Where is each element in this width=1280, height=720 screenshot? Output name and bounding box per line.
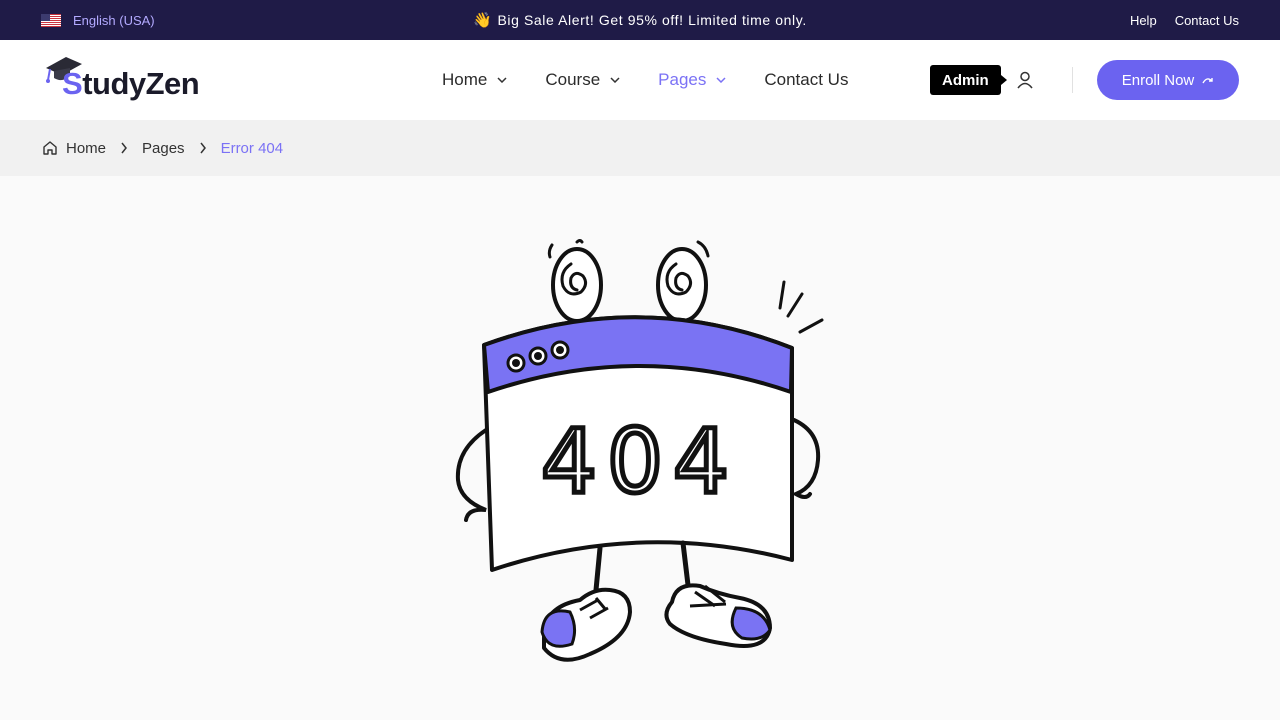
nav-pages[interactable]: Pages bbox=[658, 70, 726, 90]
home-icon[interactable] bbox=[42, 140, 58, 156]
logo-text: StudyZen bbox=[62, 66, 200, 101]
breadcrumb-current: Error 404 bbox=[220, 139, 284, 157]
studyzen-logo[interactable]: StudyZen bbox=[44, 54, 214, 106]
nav-contact-label: Contact Us bbox=[764, 70, 849, 89]
language-selector[interactable]: English (USA) bbox=[41, 0, 155, 40]
main-nav: Home Course Pages Contact Us bbox=[442, 40, 886, 120]
breadcrumb-pages[interactable]: Pages bbox=[142, 140, 185, 157]
us-flag-icon bbox=[41, 13, 61, 27]
waving-hand-icon: 👋 bbox=[473, 12, 493, 29]
enroll-now-label: Enroll Now bbox=[1121, 71, 1195, 89]
top-links: Help Contact Us bbox=[1130, 0, 1239, 40]
nav-home-label: Home bbox=[442, 70, 488, 89]
error-code-text: 404 bbox=[541, 410, 739, 513]
chevron-down-icon bbox=[610, 77, 620, 83]
error-404-illustration: 404 bbox=[455, 239, 824, 662]
curved-arrow-icon bbox=[1202, 78, 1213, 84]
chevron-right-icon bbox=[121, 142, 127, 154]
right-eye bbox=[656, 240, 710, 323]
promo-text: Big Sale Alert! Get 95% off! Limited tim… bbox=[497, 12, 807, 28]
main-header: StudyZen Home Course Pages Contact Us Ad… bbox=[0, 40, 1280, 120]
language-label: English (USA) bbox=[73, 12, 155, 28]
admin-tooltip: Admin bbox=[930, 65, 1007, 95]
header-divider bbox=[1072, 67, 1073, 93]
user-icon[interactable] bbox=[1015, 70, 1035, 90]
top-contact-link[interactable]: Contact Us bbox=[1175, 13, 1239, 28]
left-eye bbox=[547, 239, 603, 323]
chevron-down-icon bbox=[497, 77, 507, 83]
nav-pages-label: Pages bbox=[658, 70, 707, 89]
nav-course-label: Course bbox=[545, 70, 601, 89]
top-bar: English (USA) 👋 Big Sale Alert! Get 95% … bbox=[0, 0, 1280, 40]
chevron-right-icon bbox=[199, 142, 206, 154]
chevron-down-icon bbox=[716, 77, 726, 83]
nav-home[interactable]: Home bbox=[442, 70, 507, 90]
help-link[interactable]: Help bbox=[1130, 13, 1157, 28]
breadcrumb: Home Pages Error 404 bbox=[42, 120, 283, 176]
breadcrumb-home[interactable]: Home bbox=[66, 140, 106, 157]
nav-course[interactable]: Course bbox=[545, 70, 620, 90]
nav-contact[interactable]: Contact Us bbox=[764, 70, 848, 90]
enroll-now-button[interactable]: Enroll Now bbox=[1097, 60, 1239, 100]
promo-banner: 👋 Big Sale Alert! Get 95% off! Limited t… bbox=[0, 0, 1280, 40]
breadcrumb-bar: Home Pages Error 404 bbox=[0, 120, 1280, 176]
